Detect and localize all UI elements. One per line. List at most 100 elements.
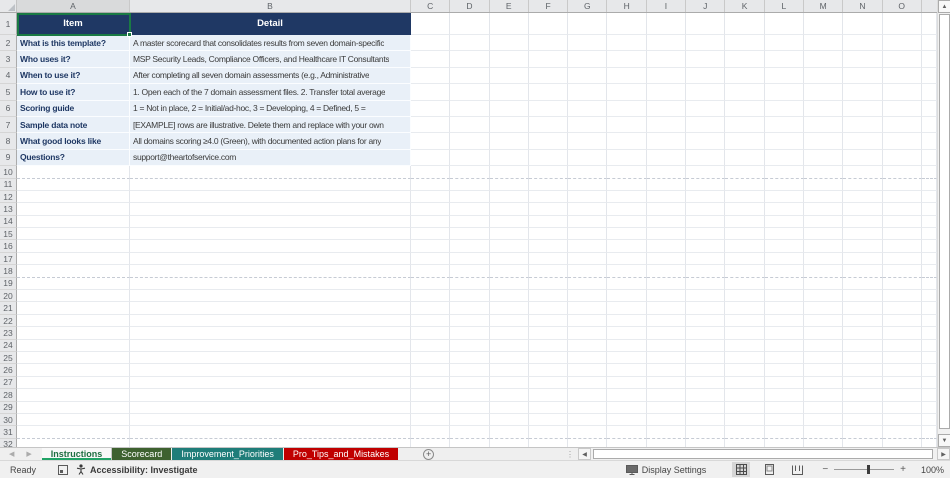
- cell-L7[interactable]: [765, 117, 804, 133]
- cell-E6[interactable]: [490, 101, 529, 117]
- cell-I21[interactable]: [647, 302, 686, 314]
- column-header-H[interactable]: H: [607, 0, 646, 12]
- cell-E7[interactable]: [490, 117, 529, 133]
- cell-B16[interactable]: [130, 240, 411, 252]
- cell-F6[interactable]: [529, 101, 568, 117]
- cell-M6[interactable]: [804, 101, 843, 117]
- cell-M17[interactable]: [804, 253, 843, 265]
- cell-C21[interactable]: [411, 302, 450, 314]
- cell-L6[interactable]: [765, 101, 804, 117]
- cell-D9[interactable]: [450, 150, 489, 166]
- tab-scroll-splitter[interactable]: ⋮: [566, 450, 574, 459]
- cell-M26[interactable]: [804, 364, 843, 376]
- cell-I23[interactable]: [647, 327, 686, 339]
- zoom-level[interactable]: 100%: [916, 465, 944, 475]
- cell-L1[interactable]: [765, 13, 804, 35]
- cell-J17[interactable]: [686, 253, 725, 265]
- cell-M4[interactable]: [804, 68, 843, 84]
- cell-L28[interactable]: [765, 389, 804, 401]
- cell-B23[interactable]: [130, 327, 411, 339]
- cell-F25[interactable]: [529, 352, 568, 364]
- cell-J27[interactable]: [686, 377, 725, 389]
- cell-H5[interactable]: [607, 84, 646, 100]
- cell-B7[interactable]: [EXAMPLE] rows are illustrative. Delete …: [130, 117, 411, 133]
- cell-K31[interactable]: [725, 426, 764, 438]
- cell-C32[interactable]: [411, 439, 450, 447]
- cell-O16[interactable]: [883, 240, 922, 252]
- cell-J6[interactable]: [686, 101, 725, 117]
- cell-L19[interactable]: [765, 278, 804, 290]
- cell-K6[interactable]: [725, 101, 764, 117]
- cell-B26[interactable]: [130, 364, 411, 376]
- cell-J2[interactable]: [686, 35, 725, 51]
- cell-B19[interactable]: [130, 278, 411, 290]
- cell-M10[interactable]: [804, 166, 843, 178]
- cell-I28[interactable]: [647, 389, 686, 401]
- cell-K10[interactable]: [725, 166, 764, 178]
- cell-D4[interactable]: [450, 68, 489, 84]
- cell-B9[interactable]: support@theartofservice.com: [130, 150, 411, 166]
- cell-B24[interactable]: [130, 340, 411, 352]
- cell-F31[interactable]: [529, 426, 568, 438]
- cell-M19[interactable]: [804, 278, 843, 290]
- cell-A15[interactable]: [17, 228, 130, 240]
- cell-O11[interactable]: [883, 179, 922, 191]
- cell-E13[interactable]: [490, 203, 529, 215]
- cell-K25[interactable]: [725, 352, 764, 364]
- cell-J8[interactable]: [686, 133, 725, 149]
- row-header-8[interactable]: 8: [0, 133, 17, 149]
- cell-B20[interactable]: [130, 290, 411, 302]
- cell-F7[interactable]: [529, 117, 568, 133]
- cell-E11[interactable]: [490, 179, 529, 191]
- row-header-10[interactable]: 10: [0, 166, 17, 178]
- cell-B14[interactable]: [130, 216, 411, 228]
- cell-J3[interactable]: [686, 51, 725, 67]
- cell-N29[interactable]: [843, 402, 882, 414]
- cell-D3[interactable]: [450, 51, 489, 67]
- cell-O17[interactable]: [883, 253, 922, 265]
- cell-M5[interactable]: [804, 84, 843, 100]
- cell-D20[interactable]: [450, 290, 489, 302]
- cell-G21[interactable]: [568, 302, 607, 314]
- cell-M18[interactable]: [804, 265, 843, 277]
- row-header-19[interactable]: 19: [0, 278, 17, 290]
- cell-N20[interactable]: [843, 290, 882, 302]
- column-header-I[interactable]: I: [647, 0, 686, 12]
- cell-O15[interactable]: [883, 228, 922, 240]
- cell-F17[interactable]: [529, 253, 568, 265]
- cell-O29[interactable]: [883, 402, 922, 414]
- cell-D26[interactable]: [450, 364, 489, 376]
- cell-D11[interactable]: [450, 179, 489, 191]
- cell-A1[interactable]: Item: [17, 13, 130, 35]
- cell-M1[interactable]: [804, 13, 843, 35]
- cell-N25[interactable]: [843, 352, 882, 364]
- cell-J4[interactable]: [686, 68, 725, 84]
- cell-B15[interactable]: [130, 228, 411, 240]
- cell-M16[interactable]: [804, 240, 843, 252]
- vertical-scrollbar[interactable]: ▲ ▼: [937, 0, 950, 447]
- row-header-21[interactable]: 21: [0, 302, 17, 314]
- row-header-11[interactable]: 11: [0, 179, 17, 191]
- column-header-L[interactable]: L: [765, 0, 804, 12]
- cell-D23[interactable]: [450, 327, 489, 339]
- cell-A32[interactable]: [17, 439, 130, 447]
- cell-E5[interactable]: [490, 84, 529, 100]
- cell-G11[interactable]: [568, 179, 607, 191]
- cell-G1[interactable]: [568, 13, 607, 35]
- cell-D2[interactable]: [450, 35, 489, 51]
- cell-N12[interactable]: [843, 191, 882, 203]
- cell-N32[interactable]: [843, 439, 882, 447]
- cell-N17[interactable]: [843, 253, 882, 265]
- cell-M30[interactable]: [804, 414, 843, 426]
- cell-I22[interactable]: [647, 315, 686, 327]
- cell-D28[interactable]: [450, 389, 489, 401]
- cell-D32[interactable]: [450, 439, 489, 447]
- column-header-N[interactable]: N: [843, 0, 882, 12]
- cell-N21[interactable]: [843, 302, 882, 314]
- row-header-15[interactable]: 15: [0, 228, 17, 240]
- cell-H19[interactable]: [607, 278, 646, 290]
- column-header-F[interactable]: F: [529, 0, 568, 12]
- cell-F19[interactable]: [529, 278, 568, 290]
- cell-H31[interactable]: [607, 426, 646, 438]
- cell-D5[interactable]: [450, 84, 489, 100]
